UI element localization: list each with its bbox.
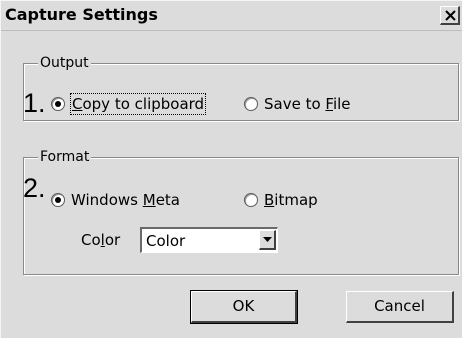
save-to-file-label: Save to File <box>264 95 351 113</box>
bitmap-label: Bitmap <box>264 191 318 209</box>
copy-to-clipboard-radio[interactable]: Copy to clipboard <box>51 93 207 115</box>
radio-unselected-icon <box>244 97 258 111</box>
color-select-dropdown-button[interactable] <box>259 230 276 250</box>
windows-meta-label: Windows Meta <box>71 191 180 209</box>
capture-settings-dialog: Capture Settings Output 1. Copy to clipb… <box>0 0 462 338</box>
color-select-value: Color <box>146 232 186 250</box>
cancel-button-label: Cancel <box>374 297 425 315</box>
close-button[interactable] <box>440 6 460 25</box>
format-groupbox: Format <box>23 148 459 275</box>
output-legend: Output <box>38 54 91 72</box>
bitmap-radio[interactable]: Bitmap <box>244 189 318 211</box>
chevron-down-icon <box>263 237 272 242</box>
step-number-2: 2. <box>23 173 46 203</box>
window-title: Capture Settings <box>5 5 158 24</box>
ok-button[interactable]: OK <box>190 290 298 324</box>
copy-to-clipboard-label: Copy to clipboard <box>69 93 207 115</box>
step-number-1: 1. <box>23 88 46 118</box>
format-legend: Format <box>38 148 92 166</box>
cancel-button[interactable]: Cancel <box>346 291 454 323</box>
color-label: Color <box>81 231 121 249</box>
radio-selected-icon <box>51 97 65 111</box>
ok-button-label: OK <box>232 297 255 315</box>
color-select[interactable]: Color <box>140 227 278 253</box>
radio-unselected-icon <box>244 193 258 207</box>
windows-meta-radio[interactable]: Windows Meta <box>51 189 180 211</box>
title-bar[interactable]: Capture Settings <box>1 1 462 31</box>
close-icon <box>445 10 456 21</box>
radio-selected-icon <box>51 193 65 207</box>
save-to-file-radio[interactable]: Save to File <box>244 93 351 115</box>
